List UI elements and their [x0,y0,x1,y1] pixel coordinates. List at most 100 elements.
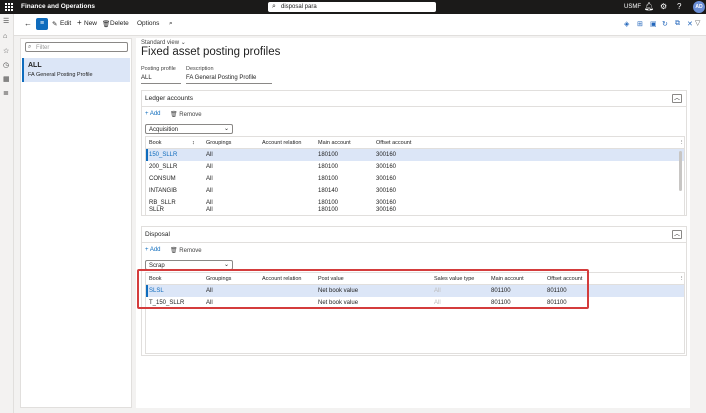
new-button[interactable]: New [84,20,97,27]
ledger-grid: Book ↕ Groupings Account relation Main a… [145,136,685,216]
company-selector[interactable]: USMF [624,4,641,10]
gear-icon[interactable]: ⚙ [660,2,667,11]
edit-button[interactable]: Edit [60,20,71,27]
home-icon[interactable]: ⌂ [3,33,7,40]
table-row[interactable]: INTANGIB All 180140 300160 [146,185,684,197]
acquisition-dropdown[interactable]: Acquisition ⌄ [145,124,233,134]
divider [142,242,686,243]
attach-icon[interactable]: ▣ [650,20,657,28]
cell: 300160 [376,176,397,182]
cell[interactable]: 200_SLLR [149,164,177,170]
ledger-accounts-section: Ledger accounts ︿ + Add 🗑︎ Remove Acquis… [141,90,687,216]
divider [142,106,686,107]
remove-label: Remove [179,112,202,118]
bell-icon[interactable]: 🔔︎ [644,2,654,11]
search-icon[interactable]: ⌕ [169,20,173,28]
search-value[interactable]: disposal para [281,4,317,10]
left-nav: ☰ ⌂ ☆ ◷ ▦ ≣ [0,14,14,413]
modules-icon[interactable]: ≣ [3,89,9,97]
remove-button[interactable]: 🗑︎ Remove [170,247,202,254]
list-item-subtitle: FA General Posting Profile [28,72,93,78]
highlight-annotation [137,269,589,309]
filter-icon[interactable]: ▽ [695,19,700,27]
cell: 180100 [318,164,339,170]
cell: All [206,164,213,170]
avatar[interactable]: AD [693,1,705,13]
chevron-up-icon[interactable]: ︿ [672,94,682,103]
table-row[interactable]: 200_SLLR All 180100 300160 [146,161,684,173]
sort-icon[interactable]: ↕ [192,140,195,146]
cell: 300160 [376,164,397,170]
cell[interactable]: 150_SLLR [149,152,177,158]
cell: 300160 [376,152,397,158]
add-label: Add [149,247,161,253]
scrollbar[interactable] [679,151,682,191]
top-bar: Finance and Operations ⌕ disposal para U… [0,0,706,14]
search-box[interactable]: ⌕ disposal para [268,2,436,12]
chevron-up-icon[interactable]: ︿ [672,230,682,239]
table-row[interactable]: CONSUM All 180100 300160 [146,173,684,185]
help-icon[interactable]: ? [677,2,681,11]
list-panel: ⌕ Filter ALL FA General Posting Profile [20,38,132,408]
view-selector[interactable]: Standard view ⌄ [141,39,186,46]
add-button[interactable]: + Add [145,111,161,117]
diamond-icon[interactable]: ◈ [624,20,629,28]
options-button[interactable]: Options [137,20,159,27]
column-header[interactable]: Account relation [262,140,301,146]
more-icon[interactable]: ⋮ [679,276,685,282]
cell[interactable]: SLLR [149,207,164,213]
cell: All [206,176,213,182]
add-button[interactable]: + Add [145,247,161,253]
filter-input[interactable]: ⌕ Filter [25,42,128,52]
list-icon[interactable]: ≡ [36,18,48,30]
cell: 180100 [318,152,339,158]
clock-icon[interactable]: ◷ [3,61,9,69]
posting-profile-label: Posting profile [141,66,176,72]
section-title[interactable]: Disposal [145,231,170,238]
cell: 180100 [318,176,339,182]
app-launcher-icon[interactable] [5,3,13,11]
page-title: Fixed asset posting profiles [141,46,281,58]
posting-profile-field[interactable]: ALL [141,74,181,84]
list-item-title: ALL [28,62,42,69]
column-header[interactable]: Book [149,140,162,146]
add-label: Add [149,111,161,117]
close-icon[interactable]: ✕ [687,20,693,28]
star-icon[interactable]: ☆ [3,47,9,55]
section-title[interactable]: Ledger accounts [145,95,193,102]
chevron-down-icon: ⌄ [223,262,229,268]
workspaces-icon[interactable]: ▦ [3,75,10,83]
search-icon: ⌕ [272,3,276,10]
list-item[interactable]: ALL FA General Posting Profile [22,58,130,82]
plus-icon[interactable]: + [77,18,82,27]
remove-button[interactable]: 🗑︎ Remove [170,111,202,118]
cell: 180140 [318,188,339,194]
cell: All [206,152,213,158]
hamburger-icon[interactable]: ☰ [3,17,9,25]
remove-label: Remove [179,248,202,254]
popout-icon[interactable]: ⧉ [675,20,680,28]
cell: All [206,188,213,194]
cell: 300160 [376,188,397,194]
delete-button[interactable]: Delete [110,20,129,27]
column-header[interactable]: Main account [318,140,351,146]
back-icon[interactable]: ← [24,19,32,28]
cell[interactable]: CONSUM [149,176,176,182]
action-pane: ← ≡ ✎ Edit + New 🗑︎ Delete Options ⌕ ◈ ⊞… [14,14,706,36]
column-header[interactable]: Groupings [206,140,231,146]
search-icon: ⌕ [28,44,32,50]
main-content: Standard view ⌄ Fixed asset posting prof… [136,38,690,408]
cell[interactable]: INTANGIB [149,188,177,194]
refresh-icon[interactable]: ↻ [662,20,668,28]
description-field[interactable]: FA General Posting Profile [186,74,272,84]
table-row[interactable]: SLLR All 180100 300160 [146,205,684,216]
column-header[interactable]: Offset account [376,140,411,146]
cell: 300160 [376,207,397,213]
description-label: Description [186,66,214,72]
edit-icon[interactable]: ✎ [52,20,57,28]
table-row[interactable]: 150_SLLR All 180100 300160 [146,149,684,161]
office-icon[interactable]: ⊞ [637,20,643,28]
more-icon[interactable]: ⋮ [679,140,685,146]
grid-header: Book ↕ Groupings Account relation Main a… [146,137,685,149]
cell: All [206,207,213,213]
